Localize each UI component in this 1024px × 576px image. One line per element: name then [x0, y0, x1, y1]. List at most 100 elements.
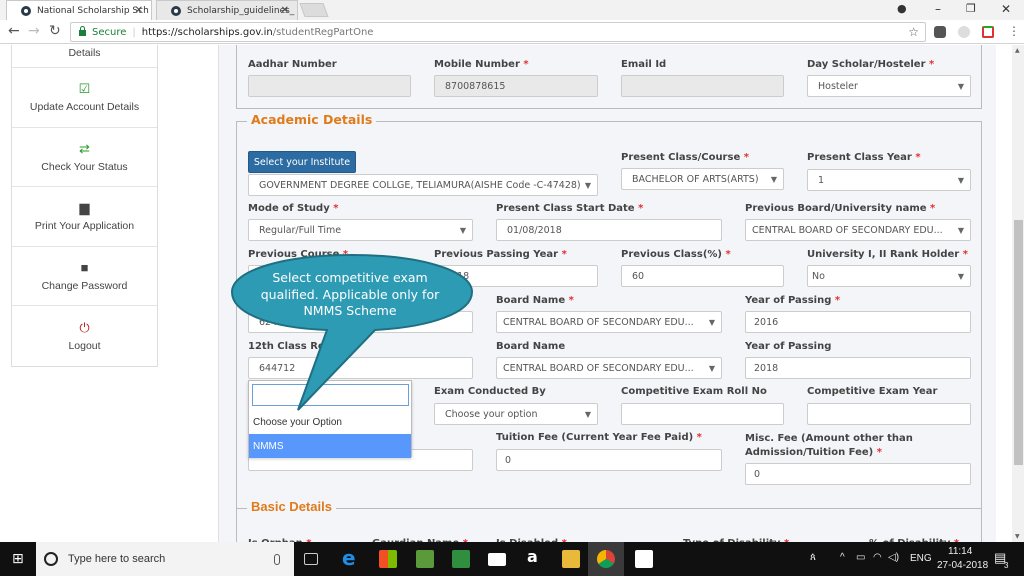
sidebar-item-update-registration[interactable]: Update Registration Details	[12, 45, 157, 68]
sidebar-item-update-account[interactable]: ☑ Update Account Details	[12, 68, 157, 128]
tab-scholarship-guidelines[interactable]: Scholarship_guidelines_ ✕	[156, 0, 298, 20]
vertical-scrollbar[interactable]: ▲ ▼	[1012, 45, 1024, 542]
sidebar-item-label: Update Registration Details	[68, 47, 101, 59]
power-icon: ⏻	[79, 319, 90, 335]
address-bar[interactable]: Secure | https://scholarships.gov.in /st…	[70, 22, 926, 42]
wifi-icon[interactable]: ◠	[873, 552, 882, 563]
tuition-fee-input[interactable]: 0	[496, 449, 722, 471]
app-icon[interactable]	[416, 550, 434, 568]
volume-icon[interactable]: ◁)	[888, 552, 899, 563]
close-window-button[interactable]: ✕	[1001, 2, 1011, 16]
twelfth-year-input[interactable]: 2018	[745, 357, 971, 379]
close-tab-icon[interactable]: ✕	[135, 5, 143, 16]
restore-button[interactable]: ❐	[966, 2, 976, 15]
class-start-date-input[interactable]: 01/08/2018	[496, 219, 722, 241]
clock-time[interactable]: 11:14	[948, 546, 972, 557]
prev-course-label: Previous Course *	[248, 249, 349, 260]
extension-icon[interactable]	[958, 26, 970, 38]
language-indicator[interactable]: ENG	[910, 553, 932, 564]
sidebar-item-change-password[interactable]: ■ Change Password	[12, 247, 157, 306]
prev-passing-year-input[interactable]: 2018	[434, 265, 598, 287]
misc-fee-input[interactable]: 0	[745, 463, 971, 485]
comp-year-input[interactable]	[807, 403, 971, 425]
dropdown-search-input[interactable]	[252, 384, 409, 406]
task-view-icon[interactable]	[304, 553, 318, 565]
address-separator: |	[132, 26, 136, 38]
scroll-down-icon[interactable]: ▼	[1015, 533, 1020, 540]
email-input[interactable]	[621, 75, 784, 97]
dropdown-option-nmms[interactable]: NMMS	[249, 434, 411, 458]
mail-icon[interactable]	[488, 553, 506, 566]
mobile-input[interactable]: 8700878615	[434, 75, 598, 97]
file-explorer-icon[interactable]	[562, 550, 580, 568]
battery-icon[interactable]: ▭	[856, 552, 865, 563]
sidebar-item-label: Print Your Application	[34, 220, 135, 233]
minimize-button[interactable]: –	[935, 2, 941, 16]
present-class-select[interactable]: BACHELOR OF ARTS(ARTS) ▼	[621, 168, 784, 190]
prev-class-pct-input[interactable]: 60	[621, 265, 784, 287]
sidebar-item-print-application[interactable]: ▆ Print Your Application	[12, 187, 157, 247]
forward-arrow-icon[interactable]: →	[28, 23, 40, 39]
misc-fee-label: Misc. Fee (Amount other than Admission/Tu…	[745, 433, 913, 458]
new-tab-button[interactable]	[299, 3, 329, 17]
taskbar: ⊞ Type here to search e a ጰ ^ ▭ ◠ ◁) ENG…	[0, 542, 1024, 576]
edge-browser-icon[interactable]: e	[342, 546, 356, 570]
chrome-icon[interactable]	[597, 550, 615, 568]
chevron-down-icon: ▼	[459, 225, 466, 235]
profile-icon[interactable]: ●	[897, 2, 907, 15]
present-class-year-select[interactable]: 1 ▼	[807, 169, 971, 191]
tab-national-scholarship[interactable]: National Scholarship Sch ✕	[6, 0, 152, 20]
twelfth-board-select[interactable]: CENTRAL BOARD OF SECONDARY EDU... ▼	[496, 357, 722, 379]
tab-title: Scholarship_guidelines_	[187, 5, 295, 16]
tenth-board-select[interactable]: CENTRAL BOARD OF SECONDARY EDU... ▼	[496, 311, 722, 333]
select-institute-button[interactable]: Select your Institute	[248, 151, 356, 173]
aadhar-label: Aadhar Number	[248, 59, 337, 70]
notification-count: 3	[1004, 561, 1009, 570]
printer-icon: ▆	[79, 200, 90, 216]
class-start-date-label: Present Class Start Date *	[496, 203, 644, 214]
menu-icon[interactable]: ⋮	[1008, 24, 1020, 38]
scroll-up-icon[interactable]: ▲	[1015, 47, 1020, 54]
windows-start-icon[interactable]: ⊞	[12, 551, 24, 567]
clock-date[interactable]: 27-04-2018	[937, 560, 988, 571]
tenth-year-input[interactable]: 2016	[745, 311, 971, 333]
chevron-down-icon: ▼	[957, 271, 964, 281]
taskbar-search[interactable]: Type here to search	[36, 542, 294, 576]
twelfth-roll-input[interactable]: 644712	[248, 357, 473, 379]
aadhar-input[interactable]	[248, 75, 411, 97]
sidebar-item-check-status[interactable]: ⇄ Check Your Status	[12, 128, 157, 187]
reload-icon[interactable]: ↻	[49, 23, 61, 39]
lock-icon	[79, 26, 86, 36]
sidebar-item-logout[interactable]: ⏻ Logout	[12, 306, 157, 366]
rank-holder-select[interactable]: No ▼	[807, 265, 971, 287]
extension-icon[interactable]	[982, 26, 994, 38]
close-tab-icon[interactable]: ✕	[281, 5, 289, 16]
pocket-extension-icon[interactable]	[934, 26, 946, 38]
show-hidden-icons[interactable]: ^	[840, 552, 845, 563]
chevron-down-icon: ▼	[584, 180, 591, 190]
app-icon[interactable]	[452, 550, 470, 568]
site-favicon-icon	[21, 5, 31, 16]
mode-of-study-select[interactable]: Regular/Full Time ▼	[248, 219, 473, 241]
chevron-down-icon: ▼	[708, 317, 715, 327]
store-icon[interactable]	[379, 550, 397, 568]
back-arrow-icon[interactable]: ←	[8, 23, 20, 39]
photos-icon[interactable]	[635, 550, 653, 568]
bookmark-star-icon[interactable]: ☆	[908, 25, 919, 39]
day-scholar-label: Day Scholar/Hosteler *	[807, 59, 935, 70]
tab-title: National Scholarship Sch	[37, 5, 149, 16]
institute-select[interactable]: GOVERNMENT DEGREE COLLGE, TELIAMURA(AISH…	[248, 174, 598, 196]
amazon-icon[interactable]: a	[527, 547, 538, 566]
mode-of-study-label: Mode of Study *	[248, 203, 339, 214]
exam-conducted-select[interactable]: Choose your option ▼	[434, 403, 598, 425]
people-icon[interactable]: ጰ	[810, 552, 816, 563]
dropdown-option-choose[interactable]: Choose your Option	[249, 410, 411, 434]
chevron-down-icon: ▼	[957, 225, 964, 235]
chevron-down-icon: ▼	[708, 363, 715, 373]
scrollbar-thumb[interactable]	[1014, 220, 1023, 465]
prev-board-select[interactable]: CENTRAL BOARD OF SECONDARY EDU... ▼	[745, 219, 971, 241]
day-scholar-select[interactable]: Hosteler ▼	[807, 75, 971, 97]
microphone-icon[interactable]	[274, 553, 280, 565]
comp-roll-label: Competitive Exam Roll No	[621, 386, 767, 397]
comp-roll-input[interactable]	[621, 403, 784, 425]
